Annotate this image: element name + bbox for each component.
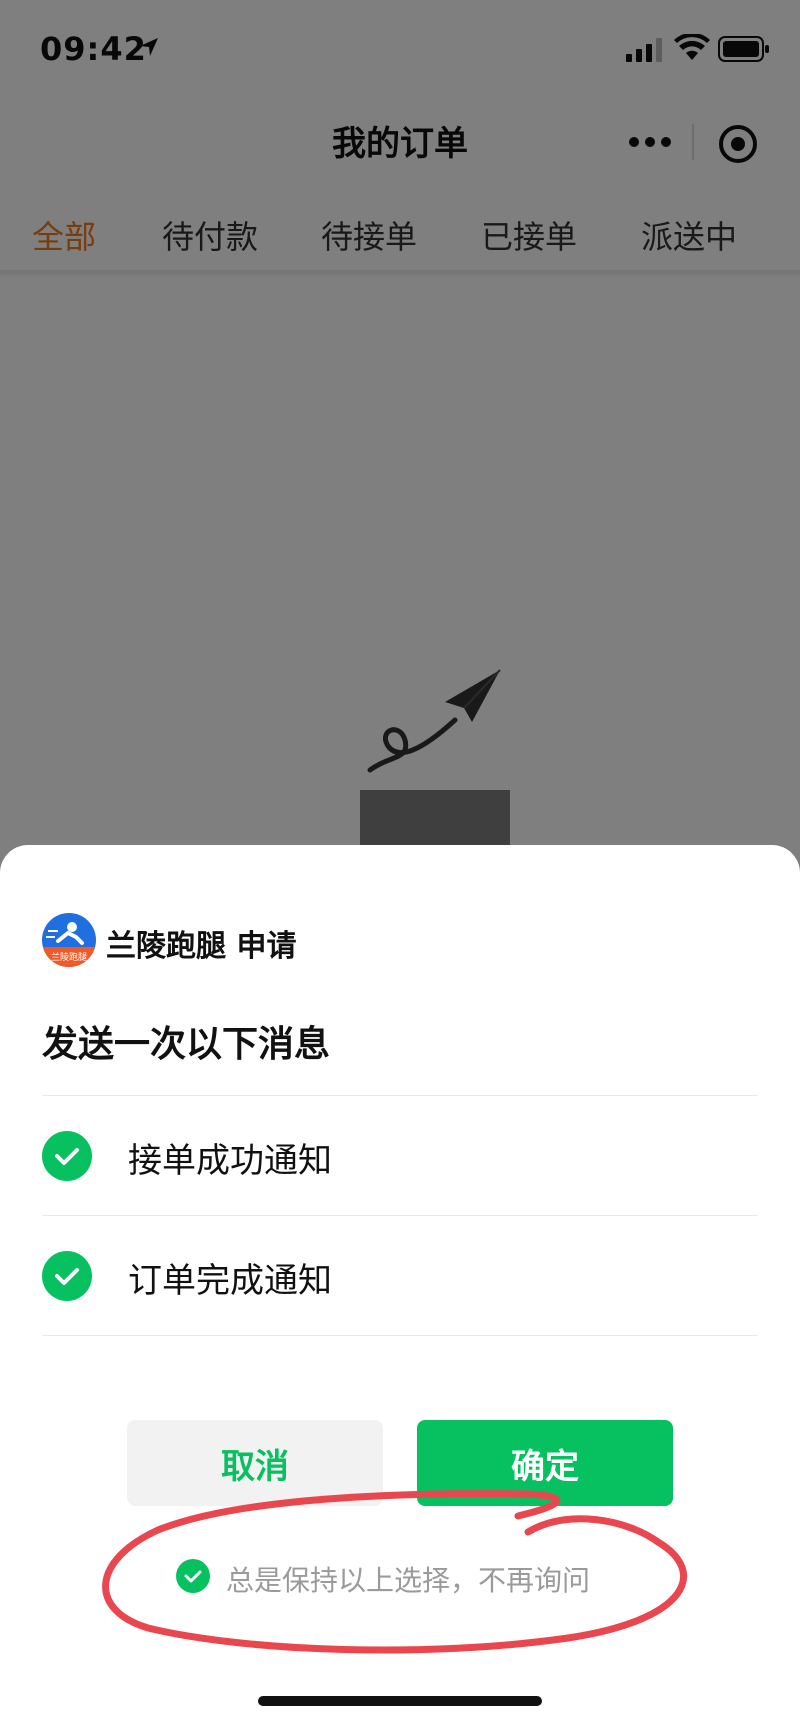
- option-label: 订单完成通知: [128, 1261, 332, 1301]
- divider: [42, 1095, 758, 1096]
- dialog-title: 发送一次以下消息: [42, 1024, 331, 1065]
- divider: [42, 1215, 758, 1216]
- message-option[interactable]: 接单成功通知: [42, 1097, 758, 1215]
- runner-logo-icon: 兰陵跑腿: [42, 913, 96, 967]
- message-option[interactable]: 订单完成通知: [42, 1217, 758, 1335]
- app-request-title: 兰陵跑腿 申请: [106, 929, 297, 964]
- divider: [42, 1335, 758, 1336]
- red-annotation-circle: [102, 1490, 687, 1654]
- svg-text:兰陵跑腿: 兰陵跑腿: [51, 951, 87, 963]
- check-icon[interactable]: [42, 1251, 92, 1301]
- app-logo: 兰陵跑腿: [42, 913, 96, 967]
- home-indicator: [258, 1696, 542, 1706]
- option-label: 接单成功通知: [128, 1141, 332, 1181]
- check-icon[interactable]: [42, 1131, 92, 1181]
